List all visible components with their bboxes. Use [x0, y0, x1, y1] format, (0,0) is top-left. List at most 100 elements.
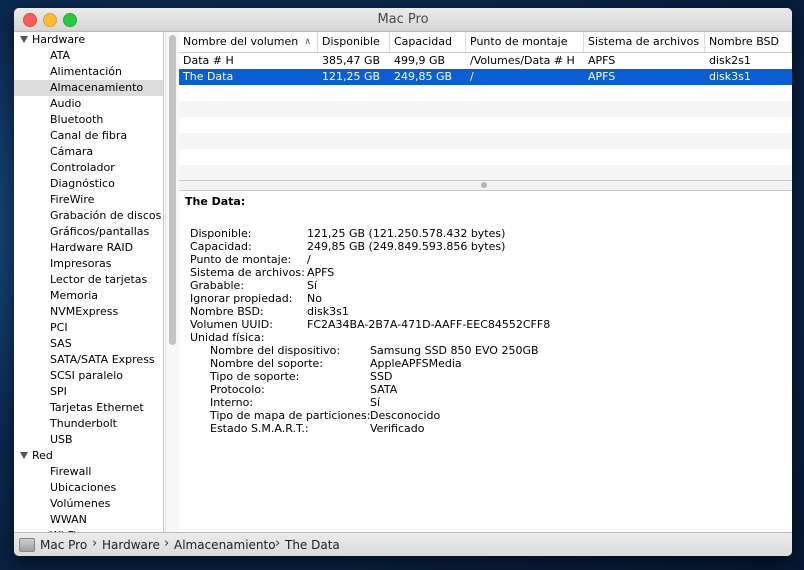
sidebar-item[interactable]: Thunderbolt: [14, 416, 163, 432]
sidebar-item[interactable]: Audio: [14, 96, 163, 112]
title-bar: Mac Pro: [14, 8, 792, 32]
sidebar-group-red[interactable]: Red: [14, 448, 163, 464]
sidebar-group-label: Hardware: [32, 33, 86, 46]
detail-field-label: Grabable:: [190, 279, 245, 292]
detail-title: The Data:: [185, 195, 246, 208]
sidebar-item[interactable]: Tarjetas Ethernet: [14, 400, 163, 416]
sidebar-item[interactable]: Grabación de discos: [14, 208, 163, 224]
physical-field-value: SATA: [370, 383, 398, 396]
sidebar-item[interactable]: Alimentación: [14, 64, 163, 80]
physical-field-value: Desconocido: [370, 409, 441, 422]
detail-field-label: Disponible:: [190, 227, 252, 240]
physical-field-label: Protocolo:: [210, 383, 265, 396]
sidebar-item[interactable]: Firewall: [14, 464, 163, 480]
detail-field-value: 249,85 GB (249.849.593.856 bytes): [307, 240, 506, 253]
sidebar-group-label: Red: [32, 449, 53, 462]
sidebar-item[interactable]: Bluetooth: [14, 112, 163, 128]
physical-field-value: AppleAPFSMedia: [370, 357, 462, 370]
volumes-table: Data # H 385,47 GB 499,9 GB/Volumes/Data #…: [179, 53, 792, 181]
sidebar-item[interactable]: Memoria: [14, 288, 163, 304]
column-label: Punto de montaje: [470, 35, 568, 48]
col-volume-name-cell: The Data: [183, 70, 234, 83]
breadcrumb-item[interactable]: The Data: [285, 534, 340, 556]
sidebar-item[interactable]: Ubicaciones: [14, 480, 163, 496]
pane-splitter[interactable]: [179, 180, 792, 191]
col-available-cell: 385,47 GB: [322, 54, 381, 67]
column-label: Sistema de archivos: [588, 35, 700, 48]
empty-table-row: [179, 101, 792, 117]
detail-field-label: Punto de montaje:: [190, 253, 292, 266]
sidebar-item[interactable]: Almacenamiento: [14, 80, 163, 96]
sidebar-item[interactable]: Hardware RAID: [14, 240, 163, 256]
column-label: Capacidad: [394, 35, 452, 48]
sidebar-item[interactable]: FireWire: [14, 192, 163, 208]
col-capacity-header[interactable]: Capacidad: [390, 32, 466, 52]
physical-field-label: Nombre del dispositivo:: [210, 344, 341, 357]
col-available-header[interactable]: Disponible: [318, 32, 390, 52]
physical-field-label: Nombre del soporte:: [210, 357, 323, 370]
sidebar-item[interactable]: Controlador: [14, 160, 163, 176]
sidebar-item[interactable]: Gráficos/pantallas: [14, 224, 163, 240]
physical-field-value: SSD: [370, 370, 393, 383]
sidebar-item[interactable]: USB: [14, 432, 163, 448]
table-row[interactable]: Data # H 385,47 GB 499,9 GB/Volumes/Data #…: [179, 53, 792, 69]
sidebar: Hardware ATA Alimentación Almacenamiento Aud…: [14, 32, 164, 532]
sort-ascending-icon: ∧: [304, 37, 311, 47]
sidebar-group-hardware[interactable]: Hardware: [14, 32, 163, 48]
chevron-right-icon: ›: [275, 536, 281, 551]
col-mount-point-cell: /Volumes/Data # H: [470, 54, 575, 67]
content-pane: Nombre del volumen ∧ Disponible Capacidad Pu…: [179, 32, 792, 532]
sidebar-scrollbar[interactable]: [165, 32, 179, 532]
col-bsd-name-cell: disk3s1: [709, 70, 751, 83]
empty-table-row: [179, 117, 792, 133]
sidebar-item[interactable]: SATA/SATA Express: [14, 352, 163, 368]
table-row[interactable]: The Data 121,25 GB 249,85 GB / APFS disk3s1: [179, 69, 792, 85]
col-bsd-name-header[interactable]: Nombre BSD: [705, 32, 792, 52]
sidebar-item[interactable]: Lector de tarjetas: [14, 272, 163, 288]
splitter-handle-icon[interactable]: [481, 182, 487, 188]
physical-field-value: Sí: [370, 396, 381, 409]
detail-field-value: FC2A34BA-2B7A-471D-AAFF-EEC84552CFF8: [307, 318, 551, 331]
sidebar-item[interactable]: SPI: [14, 384, 163, 400]
detail-field-value: Sí: [307, 279, 318, 292]
sidebar-item[interactable]: WWAN: [14, 512, 163, 528]
breadcrumb-item[interactable]: Mac Pro: [40, 534, 87, 556]
col-available-cell: 121,25 GB: [322, 70, 381, 83]
sidebar-item[interactable]: ATA: [14, 48, 163, 64]
sidebar-item[interactable]: Diagnóstico: [14, 176, 163, 192]
sidebar-item[interactable]: NVMExpress: [14, 304, 163, 320]
col-volume-name-header[interactable]: Nombre del volumen ∧: [179, 32, 318, 52]
breadcrumb-item[interactable]: Almacenamiento: [174, 534, 276, 556]
breadcrumb: Mac Pro › Hardware › Almacenamiento › The Data: [14, 532, 792, 556]
disclosure-triangle-icon[interactable]: [20, 451, 28, 459]
column-label: Nombre BSD: [709, 35, 780, 48]
physical-field-label: Tipo de soporte:: [210, 370, 300, 383]
disclosure-triangle-icon[interactable]: [20, 35, 28, 43]
empty-table-row: [179, 133, 792, 149]
detail-field-label: Capacidad:: [190, 240, 252, 253]
col-mount-point-header[interactable]: Punto de montaje: [466, 32, 584, 52]
breadcrumb-item[interactable]: Hardware: [102, 534, 160, 556]
col-mount-point-cell: /: [470, 70, 474, 83]
table-header: Nombre del volumen ∧ Disponible Capacidad Pu…: [179, 32, 792, 53]
sidebar-item[interactable]: SAS: [14, 336, 163, 352]
detail-pane: The Data: Disponible: 121,25 GB (121.250.…: [179, 191, 792, 531]
col-filesystem-cell: APFS: [588, 54, 616, 67]
col-capacity-cell: 499,9 GB: [394, 54, 446, 67]
detail-field-value: /: [307, 253, 311, 266]
sidebar-item[interactable]: SCSI paralelo: [14, 368, 163, 384]
chevron-right-icon: ›: [92, 536, 98, 551]
detail-field-label: Ignorar propiedad:: [190, 292, 293, 305]
col-capacity-cell: 249,85 GB: [394, 70, 453, 83]
empty-table-row: [179, 149, 792, 165]
window-title: Mac Pro: [377, 12, 429, 27]
col-filesystem-header[interactable]: Sistema de archivos: [584, 32, 705, 52]
sidebar-item[interactable]: PCI: [14, 320, 163, 336]
sidebar-item[interactable]: Cámara: [14, 144, 163, 160]
sidebar-item[interactable]: Volúmenes: [14, 496, 163, 512]
empty-table-row: [179, 85, 792, 101]
detail-field-value: APFS: [307, 266, 335, 279]
sidebar-scrollbar-thumb[interactable]: [169, 35, 176, 345]
sidebar-item[interactable]: Canal de fibra: [14, 128, 163, 144]
sidebar-item[interactable]: Impresoras: [14, 256, 163, 272]
